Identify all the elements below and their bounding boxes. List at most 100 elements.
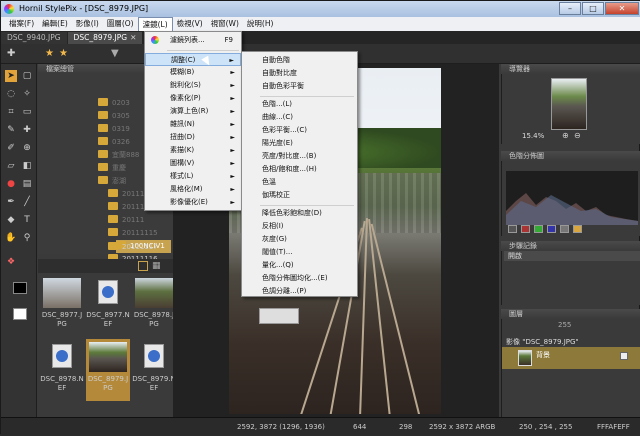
history-item[interactable]: 開啟 — [504, 251, 640, 261]
stamp-tool-icon[interactable]: ⊕ — [21, 142, 33, 154]
eyedropper-tool-icon[interactable]: ✎ — [5, 124, 17, 136]
channel-alpha-icon[interactable] — [560, 225, 569, 233]
menu-item-quantize[interactable]: 量化...(Q) — [242, 259, 357, 272]
folder-item[interactable]: 20111 — [108, 188, 144, 201]
menu-edit[interactable]: 編輯(E) — [38, 17, 72, 31]
shape-tool-icon[interactable]: ◆ — [5, 214, 17, 226]
marquee-tool-icon[interactable]: ▭ — [21, 106, 33, 118]
layer-visible-icon[interactable] — [620, 352, 628, 360]
folder-item[interactable]: 0305 — [98, 110, 130, 123]
menu-item-color-temperature[interactable]: 色溫 — [242, 176, 357, 189]
menu-item-desaturate[interactable]: 降低色彩飽和度(D) — [242, 207, 357, 220]
eraser-tool-icon[interactable]: ▱ — [5, 160, 17, 172]
tab-dsc-8979[interactable]: DSC_8979.JPG ✕ — [67, 32, 143, 44]
layer-opacity-value[interactable]: 255 — [558, 321, 571, 329]
menu-item-invert[interactable]: 反相(I) — [242, 220, 357, 233]
thumbnail-item[interactable]: DSC_8978.JPG — [132, 275, 176, 337]
folder-item[interactable]: 20111117 — [108, 241, 158, 254]
menu-item-filter-list[interactable]: 濾鏡列表... F9 — [145, 34, 241, 47]
navigator-preview[interactable] — [551, 78, 587, 130]
channel-lum-icon[interactable] — [573, 225, 582, 233]
move-tool-icon[interactable]: ➤ — [5, 70, 17, 82]
crop-tool-icon[interactable]: ⌗ — [5, 106, 17, 118]
line-tool-icon[interactable]: ╱ — [21, 196, 33, 208]
fill-tool-icon[interactable]: ◧ — [21, 160, 33, 172]
menu-item-posterize[interactable]: 色調分離...(P) — [242, 285, 357, 298]
folder-item[interactable]: 0319 — [98, 123, 130, 136]
red-eye-tool-icon[interactable]: ● — [5, 178, 17, 190]
maximize-button[interactable]: □ — [582, 2, 604, 15]
menu-item-brightness-contrast[interactable]: 亮度/對比度...(B) — [242, 150, 357, 163]
menu-item-stylize[interactable]: 風格化(M) ► — [145, 183, 241, 196]
menu-item-noise[interactable]: 雜訊(N) ► — [145, 118, 241, 131]
menu-item-gamma[interactable]: 伽瑪校正 — [242, 189, 357, 202]
menu-item-curves[interactable]: 曲線...(C) — [242, 111, 357, 124]
menu-item-hue-saturation[interactable]: 色相/飽和度...(H) — [242, 163, 357, 176]
tab-close-icon[interactable]: ✕ — [130, 33, 136, 42]
menu-item-color-balance[interactable]: 色彩平衡...(C) — [242, 124, 357, 137]
pen-tool-icon[interactable]: ✒ — [5, 196, 17, 208]
menu-file[interactable]: 檔案(F) — [5, 17, 38, 31]
zoom-out-icon[interactable]: ⊖ — [574, 131, 581, 140]
star-add-icon[interactable]: ★ — [59, 48, 68, 59]
close-button[interactable]: ✕ — [605, 2, 639, 15]
menu-item-blur[interactable]: 模糊(B) ► — [145, 66, 241, 79]
brush-tool-icon[interactable]: ✐ — [5, 142, 17, 154]
gradient-tool-icon[interactable]: ▤ — [21, 178, 33, 190]
menu-item-pixelate[interactable]: 像素化(P) ► — [145, 92, 241, 105]
folder-item[interactable]: 20111 — [108, 214, 144, 227]
heal-tool-icon[interactable]: ✚ — [21, 124, 33, 136]
menu-item-grayscale[interactable]: 灰度(G) — [242, 233, 357, 246]
menu-item-texture[interactable]: 圖構(V) ► — [145, 157, 241, 170]
channel-red-icon[interactable] — [521, 225, 530, 233]
menu-item-auto-color-balance[interactable]: 自動色彩平衡 — [242, 80, 357, 93]
thumb-list-icon[interactable]: ▦ — [152, 261, 161, 271]
folder-item[interactable]: 0326 — [98, 136, 130, 149]
menu-item-sharpen[interactable]: 銳利化(S) ► — [145, 79, 241, 92]
menu-layer[interactable]: 圖層(O) — [103, 17, 138, 31]
folder-item[interactable]: 澎湖 — [98, 175, 126, 188]
select-tool-icon[interactable]: ▢ — [21, 70, 33, 82]
filter-icon[interactable]: ▼ — [111, 48, 119, 59]
menu-item-enhance[interactable]: 影像優化(E) ► — [145, 196, 241, 209]
hand-tool-icon[interactable]: ✋ — [5, 232, 17, 244]
menu-item-adjust[interactable]: 調整(C) ► — [145, 53, 241, 66]
menu-item-threshold[interactable]: 閾值(T)... — [242, 246, 357, 259]
thumbnail-item[interactable]: DSC_8977.NEF — [86, 275, 130, 337]
zoom-tool-icon[interactable]: ⚲ — [21, 232, 33, 244]
color-picker-icon[interactable]: ❖ — [5, 256, 17, 268]
channel-blue-icon[interactable] — [547, 225, 556, 233]
background-color-swatch[interactable] — [13, 308, 27, 320]
folder-item[interactable]: 0203 — [98, 97, 130, 110]
menu-view[interactable]: 檢視(V) — [173, 17, 207, 31]
zoom-level[interactable]: 15.4% — [522, 132, 544, 140]
thumbnail-item[interactable]: DSC_8978.NEF — [40, 339, 84, 401]
menu-item-style[interactable]: 樣式(L) ► — [145, 170, 241, 183]
menu-item-sketch[interactable]: 素描(K) ► — [145, 144, 241, 157]
menu-window[interactable]: 視窗(W) — [207, 17, 243, 31]
folder-item[interactable]: 重慶 — [98, 162, 126, 175]
menu-item-render[interactable]: 演算上色(R) ► — [145, 105, 241, 118]
zoom-in-icon[interactable]: ⊕ — [562, 131, 569, 140]
menu-item-distort[interactable]: 扭曲(D) ► — [145, 131, 241, 144]
tab-dsc-9940[interactable]: DSC_9940.JPG — [1, 32, 67, 44]
menu-filter[interactable]: 濾鏡(L) — [137, 16, 173, 32]
foreground-color-swatch[interactable] — [13, 282, 27, 294]
folder-item[interactable]: 宜蘭888 — [98, 149, 139, 162]
star-icon[interactable]: ★ — [45, 48, 54, 59]
wand-tool-icon[interactable]: ✧ — [21, 88, 33, 100]
channel-green-icon[interactable] — [534, 225, 543, 233]
menu-item-auto-contrast[interactable]: 自動對比度 — [242, 67, 357, 80]
folder-item[interactable]: 20111 — [108, 201, 144, 214]
channel-rgb-icon[interactable] — [508, 225, 517, 233]
menu-item-levels[interactable]: 色階...(L) — [242, 98, 357, 111]
tool-home-icon[interactable]: ✚ — [7, 48, 15, 59]
menu-item-equalize[interactable]: 色階分佈圖均化...(E) — [242, 272, 357, 285]
text-tool-icon[interactable]: T — [21, 214, 33, 226]
menu-help[interactable]: 說明(H) — [243, 17, 278, 31]
layer-background[interactable]: 背景 — [502, 347, 640, 369]
folder-item[interactable]: 20111115 — [108, 227, 158, 240]
menu-item-exposure[interactable]: 陽光度(E) — [242, 137, 357, 150]
menu-image[interactable]: 影像(I) — [72, 17, 103, 31]
thumbnail-item[interactable]: DSC_8977.JPG — [40, 275, 84, 337]
